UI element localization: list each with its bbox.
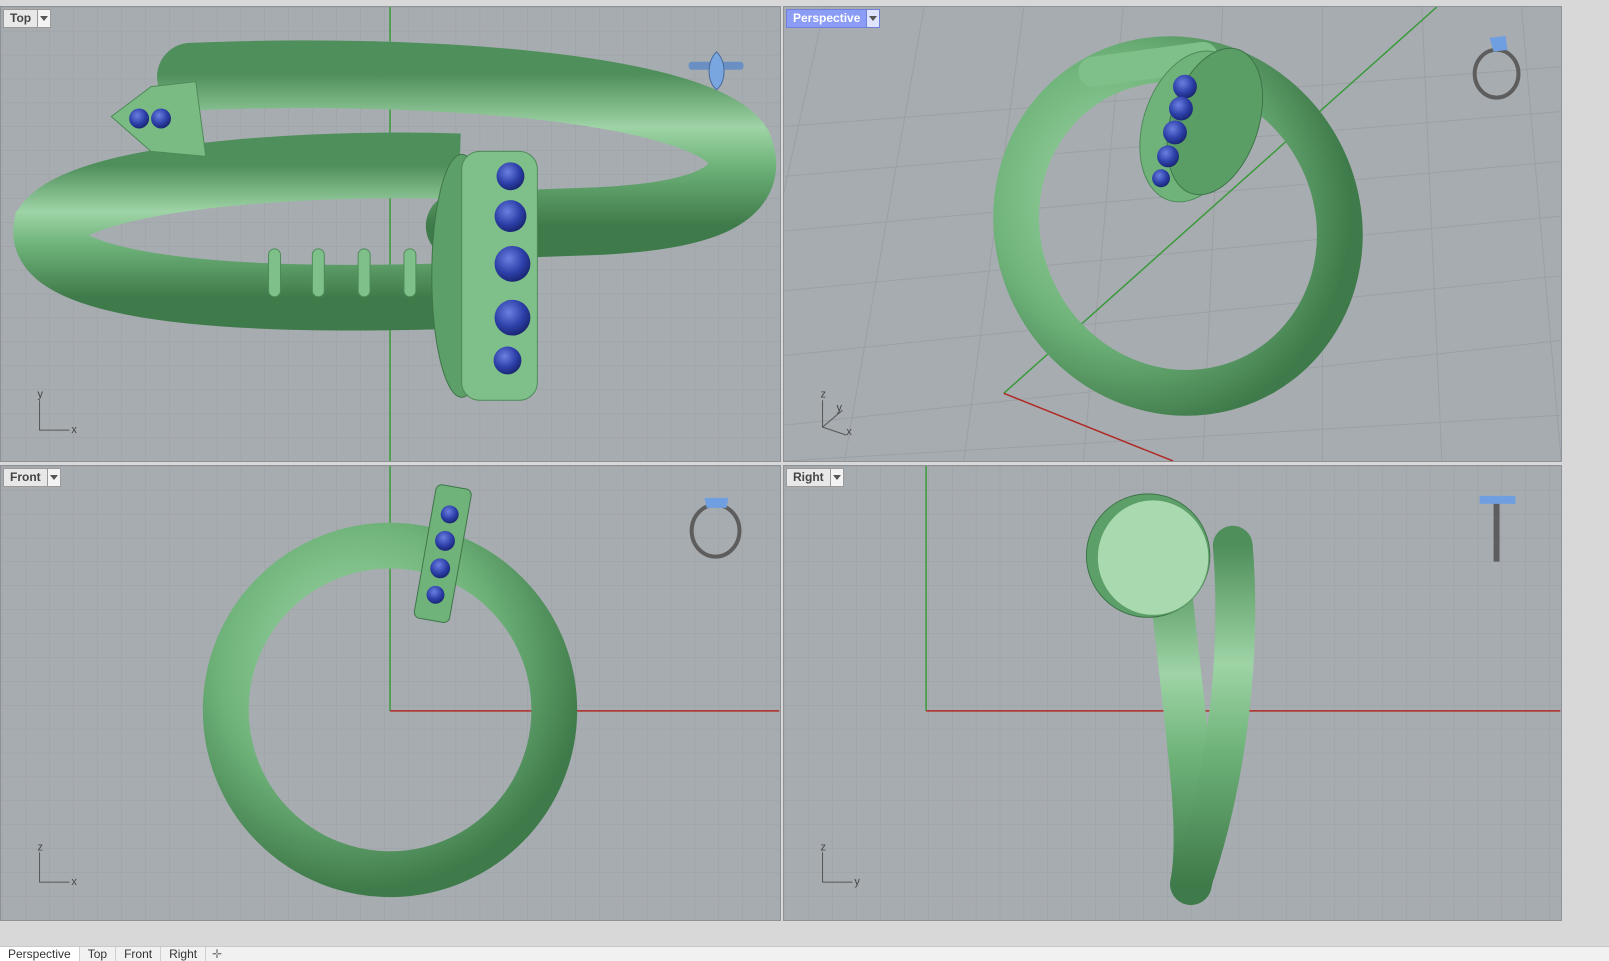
- viewport-title[interactable]: Top: [4, 10, 37, 27]
- viewport-label-top[interactable]: Top: [3, 9, 52, 28]
- viewport-top[interactable]: y x Top: [0, 6, 781, 462]
- front-scene: z x: [1, 466, 780, 920]
- right-scene: z y: [784, 466, 1561, 920]
- viewport-tabs: Perspective Top Front Right ✛: [0, 946, 1609, 961]
- svg-text:y: y: [854, 876, 860, 888]
- viewport-perspective[interactable]: z y x Perspective: [783, 6, 1562, 462]
- tab-right[interactable]: Right: [161, 947, 207, 961]
- dropdown-arrow-icon[interactable]: [829, 469, 843, 486]
- tab-perspective[interactable]: Perspective: [0, 947, 80, 961]
- viewport-title[interactable]: Right: [787, 469, 830, 486]
- dropdown-arrow-icon[interactable]: [866, 10, 880, 27]
- viewport-title[interactable]: Front: [4, 469, 47, 486]
- viewport-right[interactable]: z y Right: [783, 465, 1562, 921]
- viewport-label-right[interactable]: Right: [786, 468, 844, 487]
- dropdown-arrow-icon[interactable]: [46, 469, 60, 486]
- svg-text:z: z: [821, 841, 826, 853]
- plus-icon[interactable]: ✛: [206, 947, 228, 961]
- svg-text:y: y: [38, 388, 44, 400]
- top-scene: y x: [1, 7, 780, 461]
- tab-front[interactable]: Front: [116, 947, 162, 961]
- viewport-title[interactable]: Perspective: [787, 10, 866, 27]
- dropdown-arrow-icon[interactable]: [37, 10, 51, 27]
- viewport-front[interactable]: z x Front: [0, 465, 781, 921]
- viewport-label-front[interactable]: Front: [3, 468, 61, 487]
- svg-text:y: y: [836, 402, 842, 414]
- svg-text:z: z: [821, 388, 826, 400]
- perspective-scene: z y x: [784, 7, 1561, 461]
- svg-text:x: x: [846, 426, 852, 438]
- tab-top[interactable]: Top: [80, 947, 117, 961]
- viewport-label-perspective[interactable]: Perspective: [786, 9, 881, 28]
- svg-text:x: x: [71, 876, 77, 888]
- svg-text:z: z: [38, 841, 43, 853]
- svg-text:x: x: [71, 424, 77, 436]
